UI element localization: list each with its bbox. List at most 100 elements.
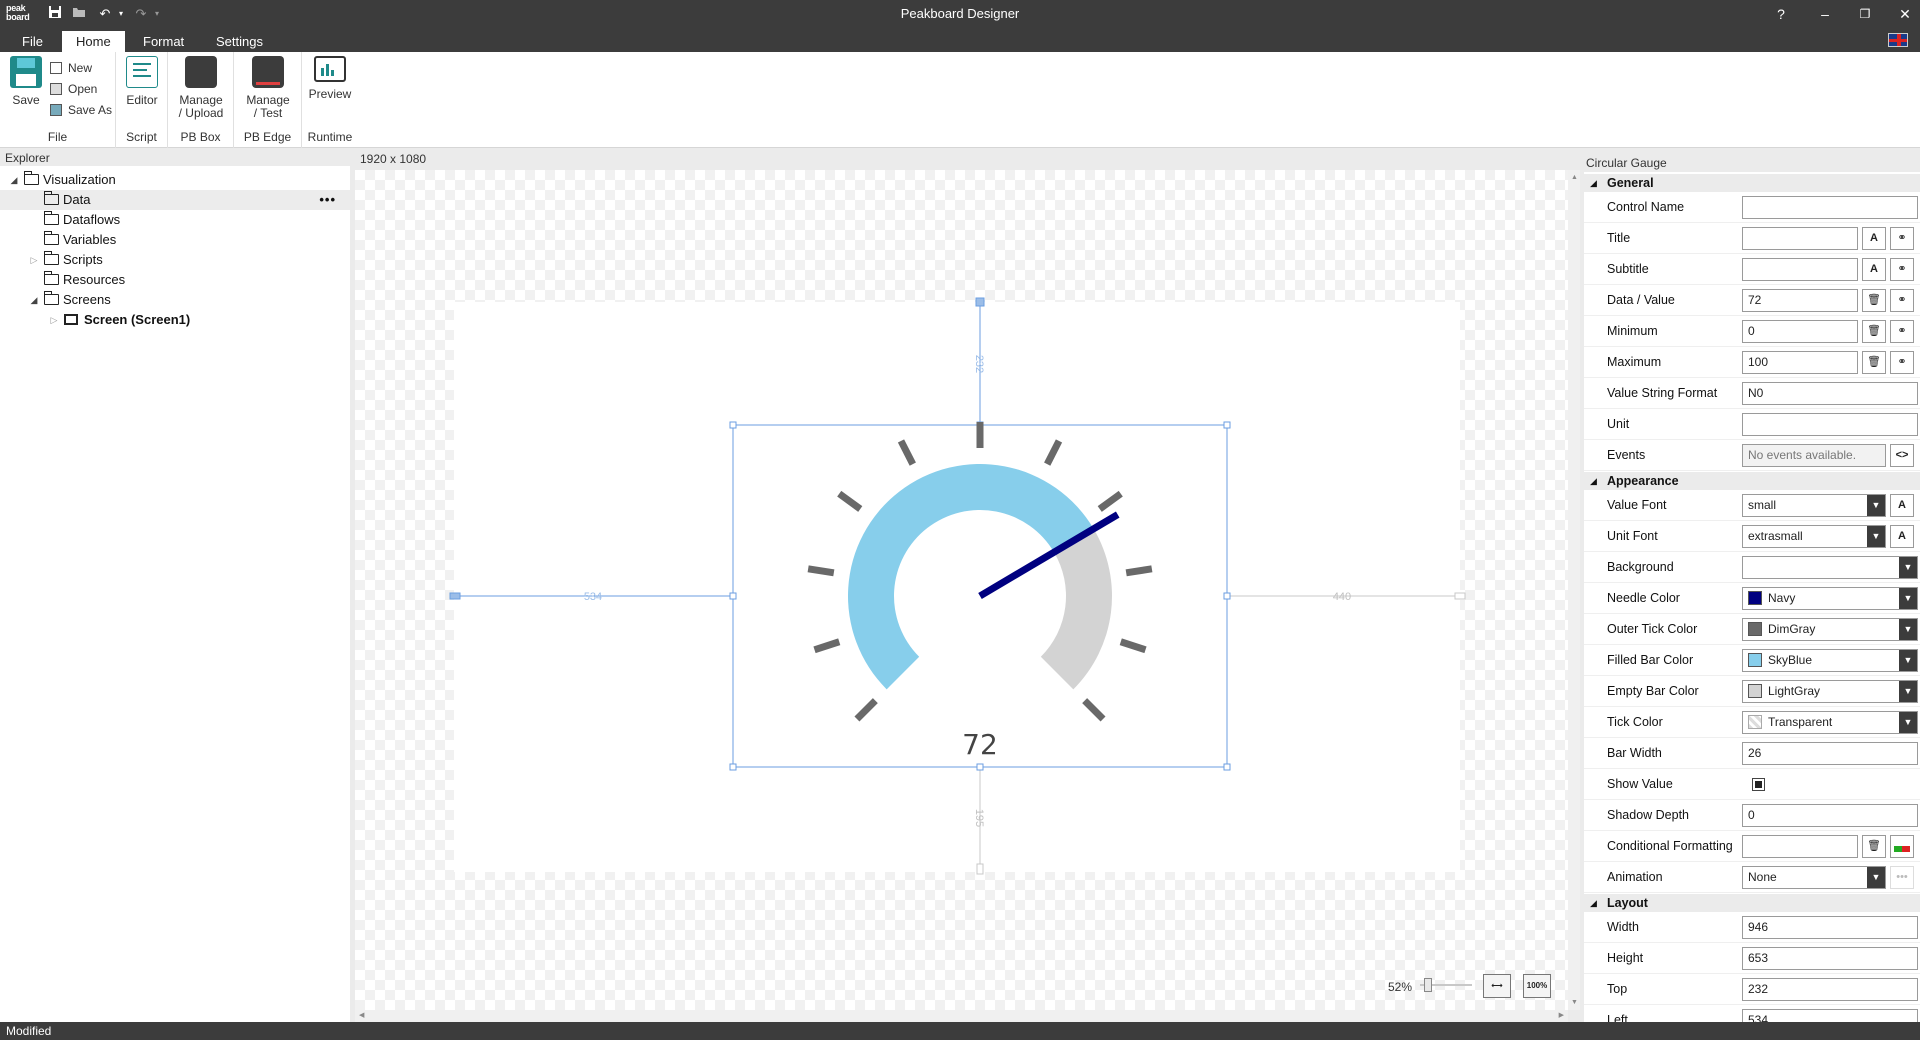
top-input[interactable]: 232 — [1742, 978, 1918, 1001]
font-icon[interactable]: A — [1890, 494, 1914, 517]
value-string-format-input[interactable]: N0 — [1742, 382, 1918, 405]
tree-item-variables[interactable]: Variables — [44, 230, 116, 250]
trash-icon[interactable]: 🗑 — [1862, 835, 1886, 858]
scroll-right-icon[interactable]: ▶ — [1559, 1011, 1564, 1019]
tick-color-select[interactable]: Transparent ▼ — [1742, 711, 1918, 734]
screen-surface[interactable] — [454, 302, 1460, 872]
outer-tick-color-select[interactable]: DimGray ▼ — [1742, 618, 1918, 641]
font-icon[interactable]: A — [1862, 258, 1886, 281]
animation-options-button[interactable]: ••• — [1890, 866, 1914, 889]
conditional-format-icon[interactable] — [1890, 835, 1914, 858]
dim-handle-bottom[interactable] — [976, 863, 984, 875]
dim-handle-top[interactable] — [975, 297, 985, 307]
tree-item-dataflows[interactable]: Dataflows — [44, 210, 120, 230]
link-icon[interactable]: ⚭ — [1890, 258, 1914, 281]
maximum-input[interactable]: 100 — [1742, 351, 1858, 374]
resize-handle[interactable] — [729, 421, 737, 429]
tab-settings[interactable]: Settings — [202, 31, 277, 52]
expand-icon[interactable]: ▷ — [28, 250, 40, 270]
editor-button[interactable]: Editor — [122, 56, 162, 107]
needle-color-select[interactable]: Navy ▼ — [1742, 587, 1918, 610]
bar-width-input[interactable]: 26 — [1742, 742, 1918, 765]
link-icon[interactable]: ⚭ — [1890, 351, 1914, 374]
data-value-input[interactable]: 72 — [1742, 289, 1858, 312]
prop-value-string-format: Value String Format N0 — [1584, 378, 1920, 409]
left-input[interactable]: 534 — [1742, 1009, 1918, 1022]
collapse-icon[interactable]: ◢ — [28, 290, 40, 310]
more-options-icon[interactable]: ••• — [319, 190, 336, 210]
trash-icon[interactable]: 🗑 — [1862, 289, 1886, 312]
save-as-button[interactable]: Save As — [50, 101, 112, 119]
show-value-checkbox[interactable] — [1752, 778, 1765, 791]
conditional-formatting-input[interactable] — [1742, 835, 1858, 858]
resize-handle[interactable] — [1223, 421, 1231, 429]
tree-item-data[interactable]: Data ••• — [44, 190, 344, 210]
dim-handle-left[interactable] — [449, 592, 461, 600]
trash-icon[interactable]: 🗑 — [1862, 320, 1886, 343]
minimum-input[interactable]: 0 — [1742, 320, 1858, 343]
subtitle-input[interactable] — [1742, 258, 1858, 281]
new-button[interactable]: New — [50, 59, 92, 77]
chevron-down-icon: ▼ — [1899, 619, 1917, 640]
scroll-left-icon[interactable]: ◀ — [359, 1011, 364, 1019]
section-appearance[interactable]: ◢ Appearance — [1584, 472, 1920, 490]
font-icon[interactable]: A — [1890, 525, 1914, 548]
font-icon[interactable]: A — [1862, 227, 1886, 250]
tree-item-scripts[interactable]: ▷ Scripts — [31, 250, 103, 270]
height-input[interactable]: 653 — [1742, 947, 1918, 970]
canvas-horizontal-scrollbar[interactable]: ◀ ▶ — [355, 1010, 1568, 1022]
tree-item-screen1[interactable]: ▷ Screen (Screen1) — [51, 310, 191, 330]
value-font-select[interactable]: small ▼ — [1742, 494, 1886, 517]
filled-bar-color-select[interactable]: SkyBlue ▼ — [1742, 649, 1918, 672]
manage-test-button[interactable]: Manage / Test — [240, 56, 296, 120]
resize-handle[interactable] — [729, 592, 737, 600]
tree-item-visualization[interactable]: ◢ Visualization — [11, 170, 116, 190]
folder-icon — [44, 271, 59, 285]
width-input[interactable]: 946 — [1742, 916, 1918, 939]
canvas-vertical-scrollbar[interactable]: ▲ ▼ — [1568, 170, 1580, 1010]
resize-handle[interactable] — [1223, 763, 1231, 771]
resize-handle[interactable] — [1223, 592, 1231, 600]
section-general[interactable]: ◢ General — [1584, 174, 1920, 192]
code-icon[interactable]: <> — [1890, 444, 1914, 467]
help-button[interactable]: ? — [1766, 4, 1796, 24]
manage-upload-button[interactable]: Manage / Upload — [173, 56, 229, 120]
shadow-depth-input[interactable]: 0 — [1742, 804, 1918, 827]
expand-icon[interactable]: ▷ — [48, 310, 60, 330]
link-icon[interactable]: ⚭ — [1890, 227, 1914, 250]
preview-button[interactable]: Preview — [306, 56, 354, 101]
tab-home[interactable]: Home — [62, 31, 125, 52]
title-input[interactable] — [1742, 227, 1858, 250]
restore-button[interactable]: ❐ — [1850, 4, 1880, 24]
dim-handle-right[interactable] — [1454, 592, 1466, 600]
close-button[interactable]: ✕ — [1890, 4, 1920, 24]
scroll-down-icon[interactable]: ▼ — [1571, 999, 1578, 1006]
tab-file[interactable]: File — [8, 31, 57, 52]
language-flag-icon[interactable] — [1888, 33, 1908, 47]
unit-input[interactable] — [1742, 413, 1918, 436]
empty-bar-color-select[interactable]: LightGray ▼ — [1742, 680, 1918, 703]
section-layout[interactable]: ◢ Layout — [1584, 894, 1920, 912]
zoom-slider[interactable] — [1420, 978, 1472, 992]
fit-to-screen-button[interactable]: ⟷ — [1483, 974, 1511, 998]
unit-font-select[interactable]: extrasmall ▼ — [1742, 525, 1886, 548]
properties-header: Circular Gauge — [1584, 150, 1920, 172]
tab-format[interactable]: Format — [129, 31, 198, 52]
resize-handle[interactable] — [729, 763, 737, 771]
zoom-thumb[interactable] — [1424, 978, 1433, 992]
animation-select[interactable]: None ▼ — [1742, 866, 1886, 889]
save-button[interactable]: Save — [6, 56, 46, 107]
resize-handle[interactable] — [976, 763, 984, 771]
background-select[interactable]: ▼ — [1742, 556, 1918, 579]
collapse-icon[interactable]: ◢ — [8, 170, 20, 190]
tree-item-screens[interactable]: ◢ Screens — [31, 290, 111, 310]
minimize-button[interactable]: – — [1810, 4, 1840, 24]
zoom-100-button[interactable]: 100% — [1523, 974, 1551, 998]
open-button[interactable]: Open — [50, 80, 97, 98]
control-name-input[interactable] — [1742, 196, 1918, 219]
tree-item-resources[interactable]: Resources — [44, 270, 125, 290]
link-icon[interactable]: ⚭ — [1890, 320, 1914, 343]
scroll-up-icon[interactable]: ▲ — [1571, 174, 1578, 181]
link-icon[interactable]: ⚭ — [1890, 289, 1914, 312]
trash-icon[interactable]: 🗑 — [1862, 351, 1886, 374]
